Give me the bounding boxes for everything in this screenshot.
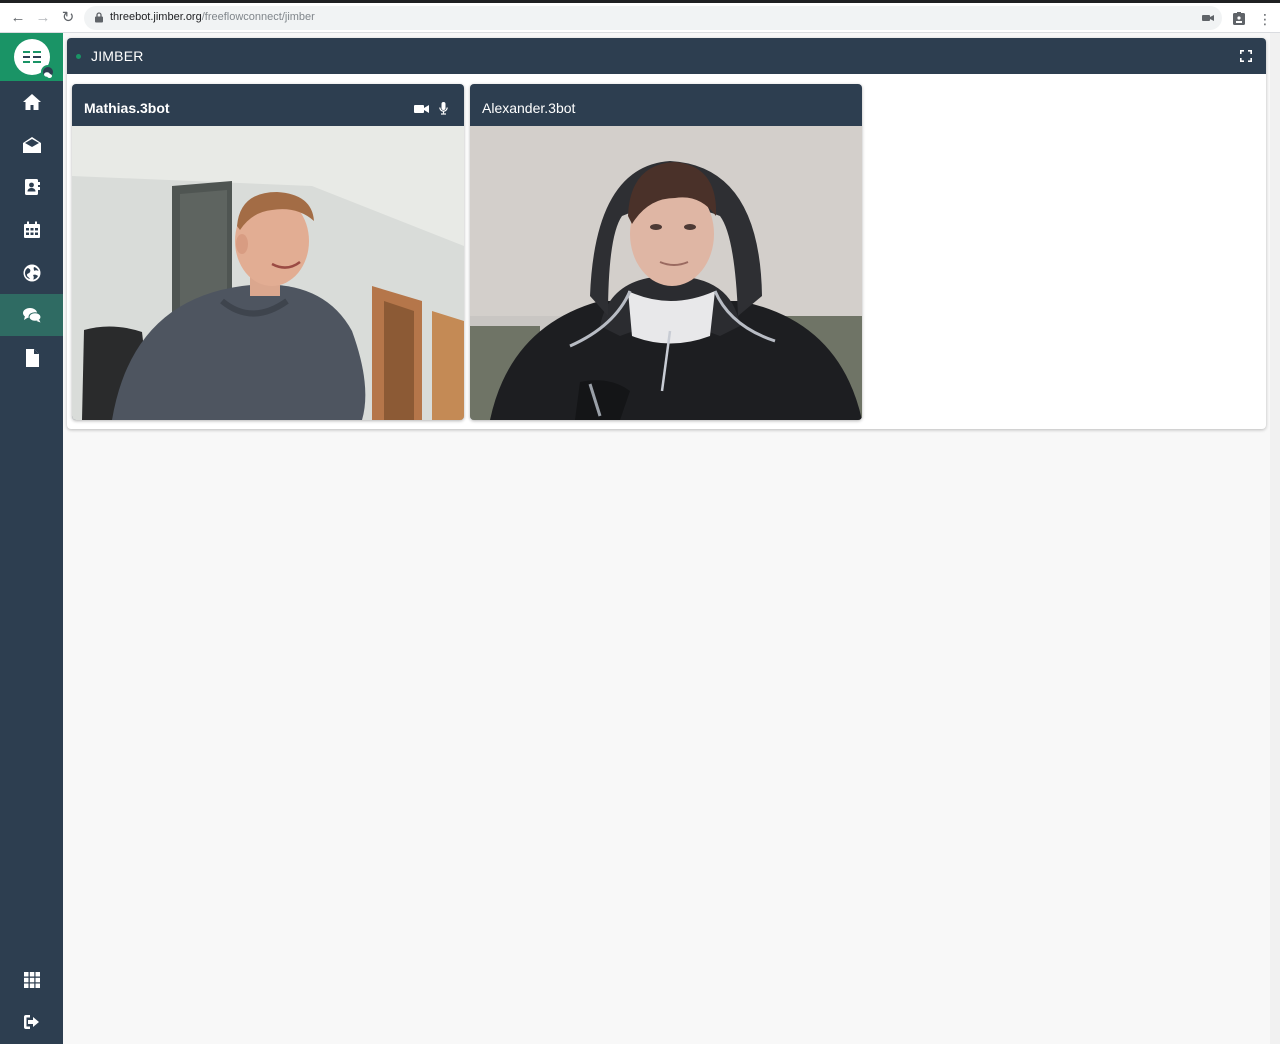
url-text: threebot.jimber.org/freeflowconnect/jimb… (110, 11, 315, 23)
calendar-icon (23, 221, 40, 238)
chat-badge-icon (41, 65, 55, 79)
browser-menu-icon[interactable]: ⋮ (1258, 9, 1272, 29)
contacts-icon (24, 179, 40, 195)
browser-toolbar: ← → ↻ threebot.jimber.org/freeflowconnec… (0, 0, 1280, 33)
participant-tile[interactable]: Alexander.3bot (470, 84, 862, 420)
reload-icon[interactable]: ↻ (57, 7, 79, 29)
video-camera-icon[interactable] (414, 104, 429, 114)
sidebar-item-calendar[interactable] (0, 209, 63, 251)
logout-icon (23, 1015, 39, 1029)
file-icon (25, 349, 39, 367)
sidebar-item-home[interactable] (0, 81, 63, 123)
extension-icon[interactable] (1233, 12, 1245, 25)
participant-name: Alexander.3bot (482, 100, 576, 116)
fullscreen-icon[interactable] (1240, 50, 1252, 62)
forward-arrow-icon[interactable]: → (32, 7, 54, 29)
sidebar-item-files[interactable] (0, 337, 63, 379)
online-status-dot (76, 54, 81, 59)
mail-icon (22, 137, 41, 153)
sidebar-item-logout[interactable] (0, 1001, 63, 1043)
lock-icon (95, 12, 103, 23)
sidebar-item-browser[interactable] (0, 252, 63, 294)
room-title: JIMBER (91, 48, 144, 64)
apps-grid-icon (23, 972, 40, 988)
video-feed-image (72, 126, 464, 420)
page-scrollbar[interactable] (1270, 33, 1280, 1044)
address-bar[interactable]: threebot.jimber.org/freeflowconnect/jimb… (84, 6, 1222, 30)
tile-header: Mathias.3bot (72, 84, 464, 126)
tile-header: Alexander.3bot (470, 84, 862, 126)
video-feed-image (470, 126, 862, 420)
sidebar-item-mail[interactable] (0, 124, 63, 166)
url-host: threebot.jimber.org (110, 11, 202, 23)
back-arrow-icon[interactable]: ← (7, 7, 29, 29)
microphone-icon[interactable] (439, 102, 448, 115)
sidebar-item-chat[interactable] (0, 294, 63, 336)
participant-video (72, 126, 464, 420)
room-header: JIMBER (67, 38, 1266, 74)
sidebar (0, 33, 63, 1044)
camera-in-use-icon[interactable] (1202, 13, 1214, 23)
url-path: /freeflowconnect/jimber (201, 11, 315, 23)
participant-video (470, 126, 862, 420)
home-icon (22, 94, 41, 110)
participant-tile[interactable]: Mathias.3bot (72, 84, 464, 420)
sidebar-item-apps[interactable] (0, 959, 63, 1001)
chat-icon (22, 308, 41, 323)
participant-name: Mathias.3bot (84, 100, 170, 116)
globe-icon (23, 264, 40, 282)
tile-controls (414, 102, 448, 115)
sidebar-item-contacts[interactable] (0, 166, 63, 208)
app-logo[interactable] (0, 33, 63, 81)
